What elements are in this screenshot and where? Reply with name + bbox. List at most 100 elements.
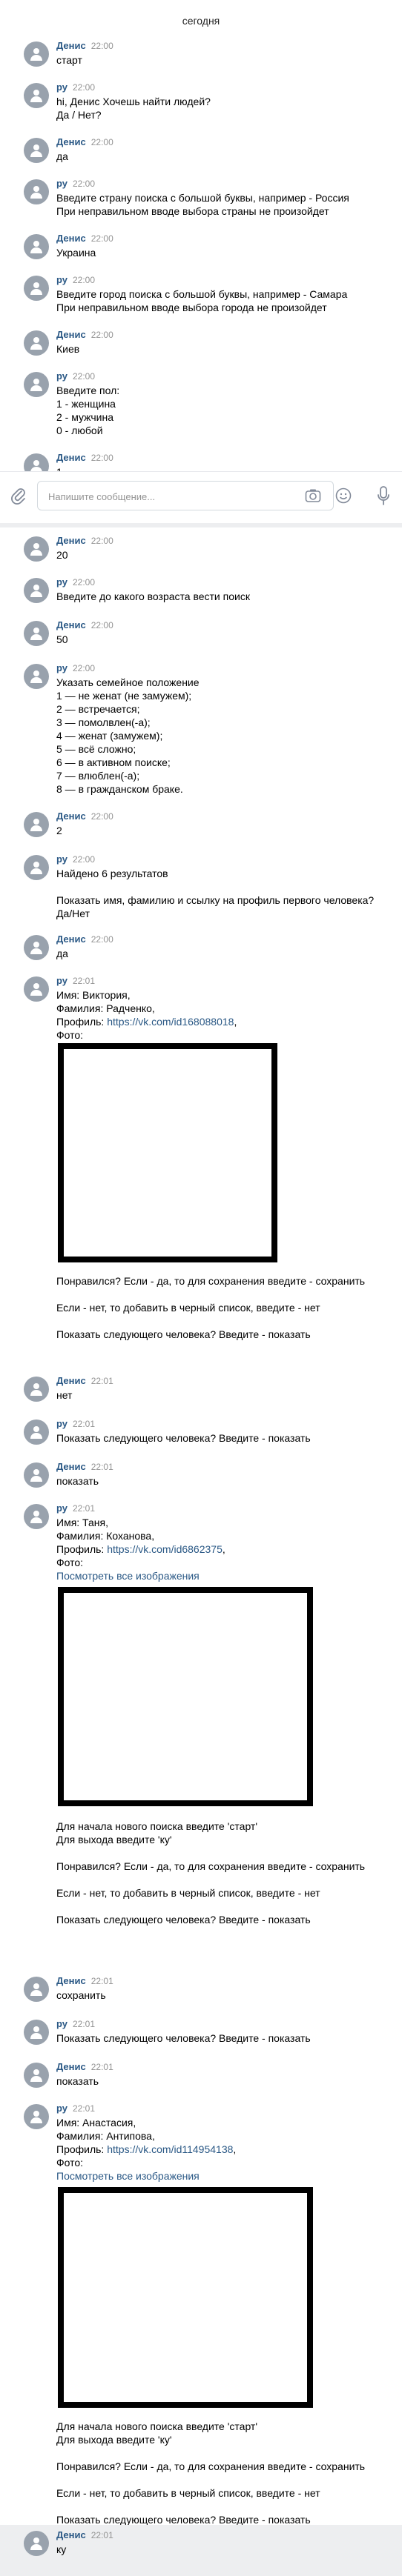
message[interactable]: Денис 22:00 50 xyxy=(0,616,402,649)
message[interactable]: Денис 22:00 20 xyxy=(0,532,402,565)
message[interactable]: Денис 22:01 нет xyxy=(0,1372,402,1405)
avatar[interactable] xyxy=(24,935,49,960)
author-name[interactable]: ру xyxy=(56,2018,67,2029)
author-name[interactable]: Денис xyxy=(56,1375,86,1386)
message-author[interactable]: ру 22:01 xyxy=(56,1502,95,1514)
message-author[interactable]: ру 22:00 xyxy=(56,576,95,588)
author-name[interactable]: Денис xyxy=(56,2529,86,2540)
author-name[interactable]: ру xyxy=(56,975,67,986)
avatar[interactable] xyxy=(24,536,49,562)
message-author[interactable]: Денис 22:00 xyxy=(56,233,113,244)
message-author[interactable]: Денис 22:00 xyxy=(56,136,113,147)
profile-link[interactable]: https://vk.com/id6862375 xyxy=(107,1543,223,1555)
message-author[interactable]: Денис 22:00 xyxy=(56,329,113,340)
message-author[interactable]: Денис 22:01 xyxy=(56,2529,113,2540)
author-name[interactable]: Денис xyxy=(56,329,86,340)
message[interactable]: Денис 22:00 Киев xyxy=(0,326,402,356)
author-name[interactable]: Денис xyxy=(56,233,86,244)
message-author[interactable]: ру 22:00 xyxy=(56,178,95,189)
smile-icon[interactable] xyxy=(335,487,352,507)
message-author[interactable]: Денис 22:00 xyxy=(56,619,113,630)
author-name[interactable]: ру xyxy=(56,178,67,189)
message[interactable]: ру 22:00 hi, Денис Хочешь найти людей? Да… xyxy=(0,79,402,122)
avatar[interactable] xyxy=(24,1420,49,1445)
microphone-icon[interactable] xyxy=(377,486,390,509)
avatar[interactable] xyxy=(24,855,49,880)
message[interactable]: Денис 22:01 ку xyxy=(0,2525,402,2576)
avatar[interactable] xyxy=(24,976,49,1002)
author-name[interactable]: Денис xyxy=(56,535,86,546)
message[interactable]: ру 22:01 Имя: Анастасия, Фамилия: Антипов… xyxy=(0,2100,402,2526)
avatar[interactable] xyxy=(24,179,49,204)
message-author[interactable]: ру 22:01 xyxy=(56,1418,95,1429)
message[interactable]: ру 22:00 Введите город поиска с большой б… xyxy=(0,271,402,314)
author-name[interactable]: Денис xyxy=(56,452,86,463)
message-author[interactable]: ру 22:00 xyxy=(56,81,95,93)
message[interactable]: Денис 22:01 сохранить xyxy=(0,1972,402,2005)
profile-photo[interactable] xyxy=(58,1587,313,1806)
message[interactable]: Денис 22:00 старт xyxy=(0,37,402,67)
avatar[interactable] xyxy=(24,138,49,163)
avatar[interactable] xyxy=(24,1977,49,2002)
author-name[interactable]: ру xyxy=(56,1502,67,1514)
avatar[interactable] xyxy=(24,812,49,837)
avatar[interactable] xyxy=(24,83,49,108)
message[interactable]: Денис 22:00 Украина xyxy=(0,230,402,259)
avatar[interactable] xyxy=(24,2531,49,2556)
message-author[interactable]: ру 22:00 xyxy=(56,853,95,865)
message-author[interactable]: ру 22:01 xyxy=(56,2018,95,2029)
message[interactable]: ру 22:00 Введите страну поиска с большой … xyxy=(0,175,402,218)
author-name[interactable]: Денис xyxy=(56,40,86,51)
message-author[interactable]: ру 22:00 xyxy=(56,274,95,285)
author-name[interactable]: ру xyxy=(56,662,67,673)
message[interactable]: Денис 22:01 показать xyxy=(0,1458,402,1491)
profile-link[interactable]: https://vk.com/id168088018 xyxy=(107,1016,234,1028)
profile-photo[interactable] xyxy=(58,2187,313,2408)
message-author[interactable]: ру 22:00 xyxy=(56,370,95,382)
message-author[interactable]: ру 22:00 xyxy=(56,662,95,673)
paperclip-icon[interactable] xyxy=(10,487,27,508)
profile-photo[interactable] xyxy=(58,1043,277,1262)
avatar[interactable] xyxy=(24,2104,49,2129)
message-author[interactable]: Денис 22:01 xyxy=(56,1375,113,1386)
avatar[interactable] xyxy=(24,664,49,689)
message-author[interactable]: Денис 22:01 xyxy=(56,2061,113,2072)
message[interactable]: ру 22:01 Имя: Виктория, Фамилия: Радченко… xyxy=(0,972,402,1366)
message-input[interactable] xyxy=(47,482,272,511)
profile-link[interactable]: https://vk.com/id114954138 xyxy=(107,2143,233,2155)
message-author[interactable]: ру 22:01 xyxy=(56,2103,95,2114)
author-name[interactable]: ру xyxy=(56,1418,67,1429)
author-name[interactable]: ру xyxy=(56,576,67,588)
author-name[interactable]: ру xyxy=(56,370,67,382)
message-author[interactable]: ру 22:01 xyxy=(56,975,95,986)
avatar[interactable] xyxy=(24,578,49,603)
avatar[interactable] xyxy=(24,234,49,259)
avatar[interactable] xyxy=(24,2020,49,2045)
camera-icon[interactable] xyxy=(305,488,321,507)
author-name[interactable]: Денис xyxy=(56,811,86,822)
message-input-box[interactable] xyxy=(37,481,334,511)
message[interactable]: ру 22:00 Найдено 6 результатов Показать и… xyxy=(0,851,402,922)
message[interactable]: ру 22:01 Показать следующего человека? Вв… xyxy=(0,1415,402,1448)
message[interactable]: Денис 22:00 2 xyxy=(0,808,402,840)
message[interactable]: Денис 22:00 да xyxy=(0,931,402,963)
author-name[interactable]: Денис xyxy=(56,2061,86,2072)
avatar[interactable] xyxy=(24,2063,49,2088)
author-name[interactable]: ру xyxy=(56,853,67,865)
message[interactable]: Денис 22:00 да xyxy=(0,133,402,163)
view-all-images-link[interactable]: Посмотреть все изображения xyxy=(56,2169,200,2183)
message-author[interactable]: Денис 22:00 xyxy=(56,452,113,463)
view-all-images-link[interactable]: Посмотреть все изображения xyxy=(56,1569,200,1582)
message-author[interactable]: Денис 22:00 xyxy=(56,535,113,546)
author-name[interactable]: Денис xyxy=(56,1461,86,1472)
author-name[interactable]: Денис xyxy=(56,1975,86,1986)
message[interactable]: ру 22:00 Указать семейное положение 1 — н… xyxy=(0,659,402,800)
message-author[interactable]: Денис 22:00 xyxy=(56,811,113,822)
message-author[interactable]: Денис 22:00 xyxy=(56,40,113,51)
message-author[interactable]: Денис 22:00 xyxy=(56,933,113,945)
avatar[interactable] xyxy=(24,330,49,356)
avatar[interactable] xyxy=(24,1462,49,1488)
author-name[interactable]: ру xyxy=(56,2103,67,2114)
avatar[interactable] xyxy=(24,41,49,67)
message[interactable]: ру 22:00 Введите пол: 1 - женщина 2 - муж… xyxy=(0,367,402,437)
